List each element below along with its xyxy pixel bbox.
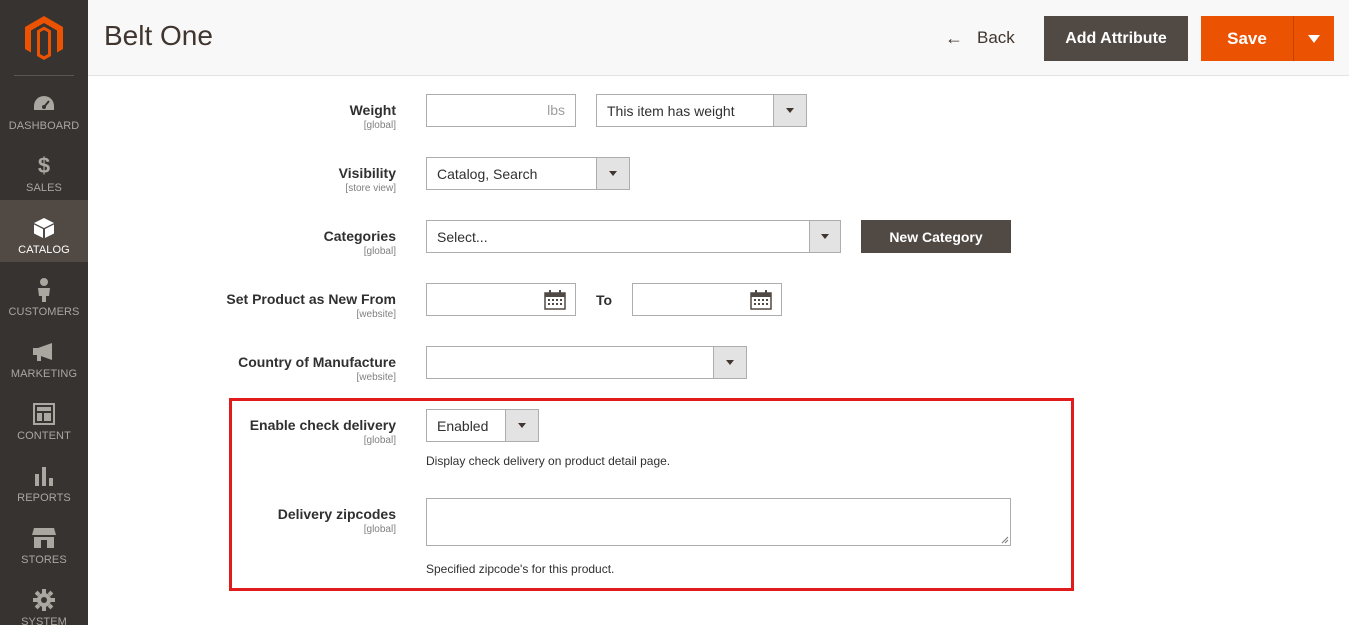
store-icon	[32, 526, 56, 550]
field-label-text: Delivery zipcodes	[277, 506, 396, 522]
arrow-left-icon: ←	[945, 27, 963, 48]
nav-marketing[interactable]: MARKETING	[0, 324, 88, 386]
page-header: Belt One ← Back Add Attribute Save	[88, 0, 1349, 76]
new-from-date-input[interactable]	[426, 283, 576, 316]
box-icon	[32, 216, 56, 240]
scope-label: [global]	[363, 524, 396, 535]
nav-label: STORES	[21, 554, 67, 566]
nav-label: CONTENT	[17, 430, 71, 442]
person-icon	[32, 278, 56, 302]
country-select[interactable]	[426, 346, 747, 379]
field-label-text: Set Product as New From	[226, 291, 396, 307]
save-button[interactable]: Save	[1201, 16, 1293, 61]
calendar-icon[interactable]	[750, 290, 772, 310]
nav-content[interactable]: CONTENT	[0, 386, 88, 448]
calendar-icon[interactable]	[544, 290, 566, 310]
check-delivery-select[interactable]: Enabled	[426, 409, 539, 442]
gear-icon	[32, 588, 56, 612]
categories-label: Categories [global]	[324, 228, 396, 257]
visibility-label: Visibility [store view]	[339, 165, 396, 194]
weight-input[interactable]: lbs	[426, 94, 576, 127]
megaphone-icon	[32, 340, 56, 364]
caret-down-icon	[809, 221, 840, 252]
visibility-select[interactable]: Catalog, Search	[426, 157, 630, 190]
back-label: Back	[977, 28, 1015, 47]
caret-down-icon	[713, 347, 746, 378]
scope-label: [global]	[363, 120, 396, 131]
scope-label: [website]	[356, 309, 396, 320]
to-label: To	[596, 292, 613, 308]
nav-label: MARKETING	[10, 368, 78, 380]
scope-label: [global]	[363, 435, 396, 446]
caret-down-icon	[505, 410, 538, 441]
field-label-text: Country of Manufacture	[238, 354, 396, 370]
select-value: Catalog, Search	[437, 165, 538, 182]
scope-label: [store view]	[345, 183, 396, 194]
weight-type-select[interactable]: This item has weight	[596, 94, 807, 127]
back-button[interactable]: ← Back	[945, 26, 1015, 50]
caret-down-icon	[596, 158, 629, 189]
layout-icon	[32, 402, 56, 426]
add-attribute-button[interactable]: Add Attribute	[1044, 16, 1188, 61]
country-label: Country of Manufacture [website]	[238, 354, 396, 383]
weight-label: Weight [global]	[350, 102, 396, 131]
nav-label: SYSTEM	[21, 616, 67, 628]
field-label-text: Weight	[349, 102, 396, 118]
save-options-toggle[interactable]	[1293, 16, 1334, 61]
field-label-text: Visibility	[338, 165, 396, 181]
bar-chart-icon	[32, 464, 56, 488]
check-delivery-label: Enable check delivery [global]	[250, 417, 396, 446]
nav-dashboard[interactable]: DASHBOARD	[0, 76, 88, 138]
caret-down-icon	[1308, 34, 1320, 43]
zipcodes-textarea[interactable]	[426, 498, 1011, 546]
select-placeholder: Select...	[437, 228, 488, 245]
select-value: Enabled	[437, 417, 489, 434]
zipcodes-label: Delivery zipcodes [global]	[278, 506, 396, 535]
magento-logo[interactable]	[0, 0, 88, 76]
nav-stores[interactable]: STORES	[0, 510, 88, 572]
dollar-icon: $	[37, 153, 51, 178]
nav-label: DASHBOARD	[8, 120, 80, 132]
dashboard-icon	[32, 92, 56, 116]
nav-customers[interactable]: CUSTOMERS	[0, 262, 88, 324]
new-category-button[interactable]: New Category	[861, 220, 1011, 253]
nav-label: CUSTOMERS	[8, 306, 80, 318]
categories-select[interactable]: Select...	[426, 220, 841, 253]
nav-catalog[interactable]: CATALOG	[0, 200, 88, 262]
zipcodes-note: Specified zipcode's for this product.	[426, 562, 615, 576]
caret-down-icon	[773, 95, 806, 126]
scope-label: [global]	[363, 246, 396, 257]
field-label-text: Enable check delivery	[249, 417, 396, 433]
page-title: Belt One	[104, 20, 213, 51]
select-value: This item has weight	[607, 102, 735, 119]
field-label-text: Categories	[323, 228, 396, 244]
save-button-group: Save	[1201, 16, 1334, 61]
new-to-date-input[interactable]	[632, 283, 782, 316]
nav-sales[interactable]: $ SALES	[0, 138, 88, 200]
nav-label: SALES	[26, 182, 62, 194]
scope-label: [website]	[356, 372, 396, 383]
check-delivery-note: Display check delivery on product detail…	[426, 454, 671, 468]
new-from-label: Set Product as New From [website]	[226, 291, 396, 320]
nav-label: CATALOG	[18, 244, 70, 256]
weight-unit: lbs	[547, 102, 565, 118]
nav-label: REPORTS	[17, 492, 71, 504]
nav-reports[interactable]: REPORTS	[0, 448, 88, 510]
admin-sidebar: DASHBOARD $ SALES CATALOG CUSTOMERS MARK…	[0, 0, 88, 628]
magento-logo-icon	[25, 16, 63, 60]
resize-handle-icon[interactable]	[1001, 536, 1009, 544]
